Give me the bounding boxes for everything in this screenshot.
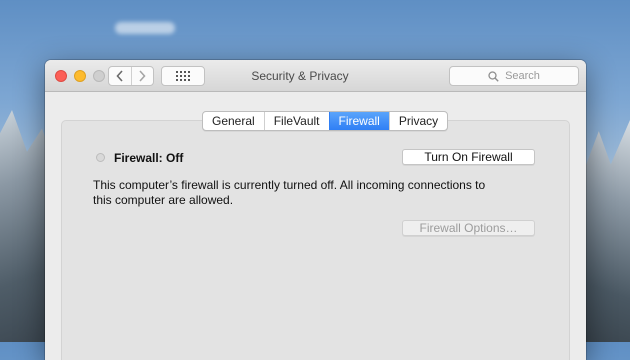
desktop-cloud bbox=[115, 22, 175, 34]
forward-button[interactable] bbox=[130, 67, 154, 85]
history-nav bbox=[108, 66, 154, 86]
search-icon bbox=[488, 70, 499, 82]
firewall-description: This computer’s firewall is currently tu… bbox=[93, 178, 486, 207]
tab-bar: General FileVault Firewall Privacy bbox=[202, 111, 449, 131]
close-button[interactable] bbox=[55, 70, 67, 82]
firewall-options-button[interactable]: Firewall Options… bbox=[402, 220, 535, 236]
show-all-button[interactable] bbox=[161, 66, 205, 86]
tab-filevault[interactable]: FileVault bbox=[263, 112, 329, 130]
preferences-window: Security & Privacy Search General FileVa… bbox=[45, 60, 586, 360]
title-bar: Security & Privacy Search bbox=[45, 60, 586, 92]
firewall-status-indicator bbox=[96, 153, 105, 162]
chevron-right-icon bbox=[139, 70, 146, 82]
desktop-mountain-right bbox=[582, 120, 630, 342]
search-field[interactable]: Search bbox=[449, 66, 579, 86]
firewall-status-label: Firewall: Off bbox=[114, 151, 184, 165]
tab-firewall[interactable]: Firewall bbox=[328, 112, 389, 130]
grid-icon bbox=[176, 71, 190, 81]
zoom-button[interactable] bbox=[93, 70, 105, 82]
tab-general[interactable]: General bbox=[203, 112, 264, 130]
window-title: Security & Privacy bbox=[251, 69, 349, 83]
minimize-button[interactable] bbox=[74, 70, 86, 82]
turn-on-firewall-button[interactable]: Turn On Firewall bbox=[402, 149, 535, 165]
search-placeholder: Search bbox=[505, 70, 540, 82]
back-button[interactable] bbox=[109, 67, 131, 85]
tab-privacy[interactable]: Privacy bbox=[388, 112, 447, 130]
chevron-left-icon bbox=[116, 70, 123, 82]
